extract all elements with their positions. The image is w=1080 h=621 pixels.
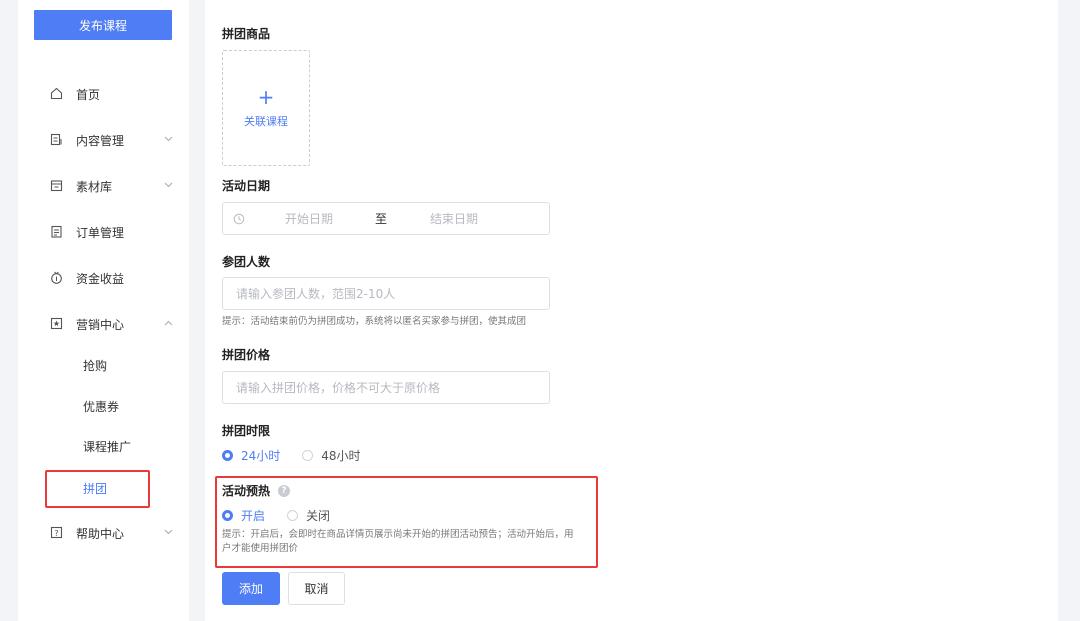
preheat-hint-line-2: 户才能使用拼团价 bbox=[222, 543, 299, 554]
preheat-label-text: 活动预热 bbox=[222, 484, 271, 498]
preheat-radio-group: 开启 关闭 bbox=[222, 507, 352, 524]
price-input[interactable] bbox=[223, 372, 549, 403]
sidebar-item-content[interactable]: 内容管理 bbox=[18, 129, 189, 153]
question-icon[interactable]: ? bbox=[278, 484, 291, 497]
people-hint: 提示：活动结束前仍为拼团成功，系统将以匿名买家参与拼团，使其成团 bbox=[222, 316, 527, 327]
start-date-field[interactable]: 开始日期 bbox=[285, 212, 333, 226]
chevron-down-icon[interactable] bbox=[163, 180, 173, 190]
time-limit-label: 拼团时限 bbox=[222, 424, 271, 438]
publish-course-button[interactable]: 发布课程 bbox=[34, 10, 172, 40]
sidebar-item-label: 资金收益 bbox=[76, 272, 125, 286]
sidebar-subitem-promotion[interactable]: 课程推广 bbox=[83, 439, 131, 455]
end-date-field[interactable]: 结束日期 bbox=[430, 212, 478, 226]
marketing-icon bbox=[50, 317, 63, 330]
sidebar-item-help[interactable]: ? 帮助中心 bbox=[18, 522, 189, 546]
preheat-label: 活动预热? bbox=[222, 483, 291, 499]
cancel-button[interactable]: 取消 bbox=[288, 572, 345, 605]
link-course-upload[interactable]: + 关联课程 bbox=[222, 50, 310, 166]
radio-24h[interactable]: 24小时 bbox=[222, 447, 280, 464]
clock-icon bbox=[233, 213, 245, 225]
price-input-wrapper bbox=[222, 371, 550, 404]
home-icon bbox=[50, 87, 63, 100]
sidebar-subitem-coupon[interactable]: 优惠券 bbox=[83, 399, 119, 415]
people-label: 参团人数 bbox=[222, 255, 271, 269]
sidebar-item-label: 内容管理 bbox=[76, 134, 125, 148]
link-course-text: 关联课程 bbox=[244, 115, 288, 128]
main-content: 拼团商品 + 关联课程 活动日期 开始日期 至 结束日期 参团人数 提示：活动结… bbox=[205, 0, 1058, 621]
chevron-down-icon[interactable] bbox=[163, 134, 173, 144]
sidebar-item-label: 订单管理 bbox=[76, 226, 125, 240]
content-icon bbox=[50, 133, 63, 146]
folder-icon bbox=[50, 179, 63, 192]
plus-icon: + bbox=[257, 85, 275, 109]
sidebar-item-materials[interactable]: 素材库 bbox=[18, 175, 189, 199]
sidebar-item-label: 首页 bbox=[76, 88, 101, 102]
sidebar-subitem-group-buy[interactable]: 拼团 bbox=[83, 481, 107, 497]
sidebar-subitem-flash-sale[interactable]: 抢购 bbox=[83, 358, 107, 374]
chevron-down-icon[interactable] bbox=[163, 527, 173, 537]
help-icon: ? bbox=[50, 526, 63, 539]
add-button[interactable]: 添加 bbox=[222, 572, 280, 605]
people-input[interactable] bbox=[223, 278, 549, 309]
sidebar-item-orders[interactable]: 订单管理 bbox=[18, 221, 189, 245]
sidebar: 发布课程 首页 内容管理 素材库 订单管理 资金收益 营销中心 抢购 优惠券 课… bbox=[18, 0, 189, 621]
date-range-picker[interactable]: 开始日期 至 结束日期 bbox=[222, 202, 550, 235]
product-label: 拼团商品 bbox=[222, 27, 271, 41]
sidebar-item-revenue[interactable]: 资金收益 bbox=[18, 267, 189, 291]
radio-unchecked-icon bbox=[302, 450, 314, 461]
preheat-hint-line-1: 提示：开启后，会即时在商品详情页展示尚未开始的拼团活动预告；活动开始后，用 bbox=[222, 529, 574, 540]
people-input-wrapper bbox=[222, 277, 550, 310]
time-limit-radio-group: 24小时 48小时 bbox=[222, 447, 383, 464]
svg-text:?: ? bbox=[54, 529, 58, 538]
sidebar-item-marketing[interactable]: 营销中心 bbox=[18, 313, 189, 337]
sidebar-item-home[interactable]: 首页 bbox=[18, 83, 189, 107]
money-icon bbox=[50, 271, 63, 284]
radio-48h[interactable]: 48小时 bbox=[302, 447, 361, 464]
order-icon bbox=[50, 225, 63, 238]
sidebar-item-label: 帮助中心 bbox=[76, 527, 125, 541]
radio-preheat-on[interactable]: 开启 bbox=[222, 507, 265, 524]
price-label: 拼团价格 bbox=[222, 348, 271, 362]
sidebar-item-label: 营销中心 bbox=[76, 318, 125, 332]
chevron-up-icon[interactable] bbox=[163, 318, 173, 328]
radio-preheat-off[interactable]: 关闭 bbox=[287, 507, 330, 524]
radio-unchecked-icon bbox=[287, 510, 299, 521]
sidebar-item-label: 素材库 bbox=[76, 180, 113, 194]
radio-checked-icon bbox=[222, 450, 233, 461]
radio-checked-icon bbox=[222, 510, 233, 521]
date-separator: 至 bbox=[375, 212, 388, 226]
date-label: 活动日期 bbox=[222, 179, 271, 193]
